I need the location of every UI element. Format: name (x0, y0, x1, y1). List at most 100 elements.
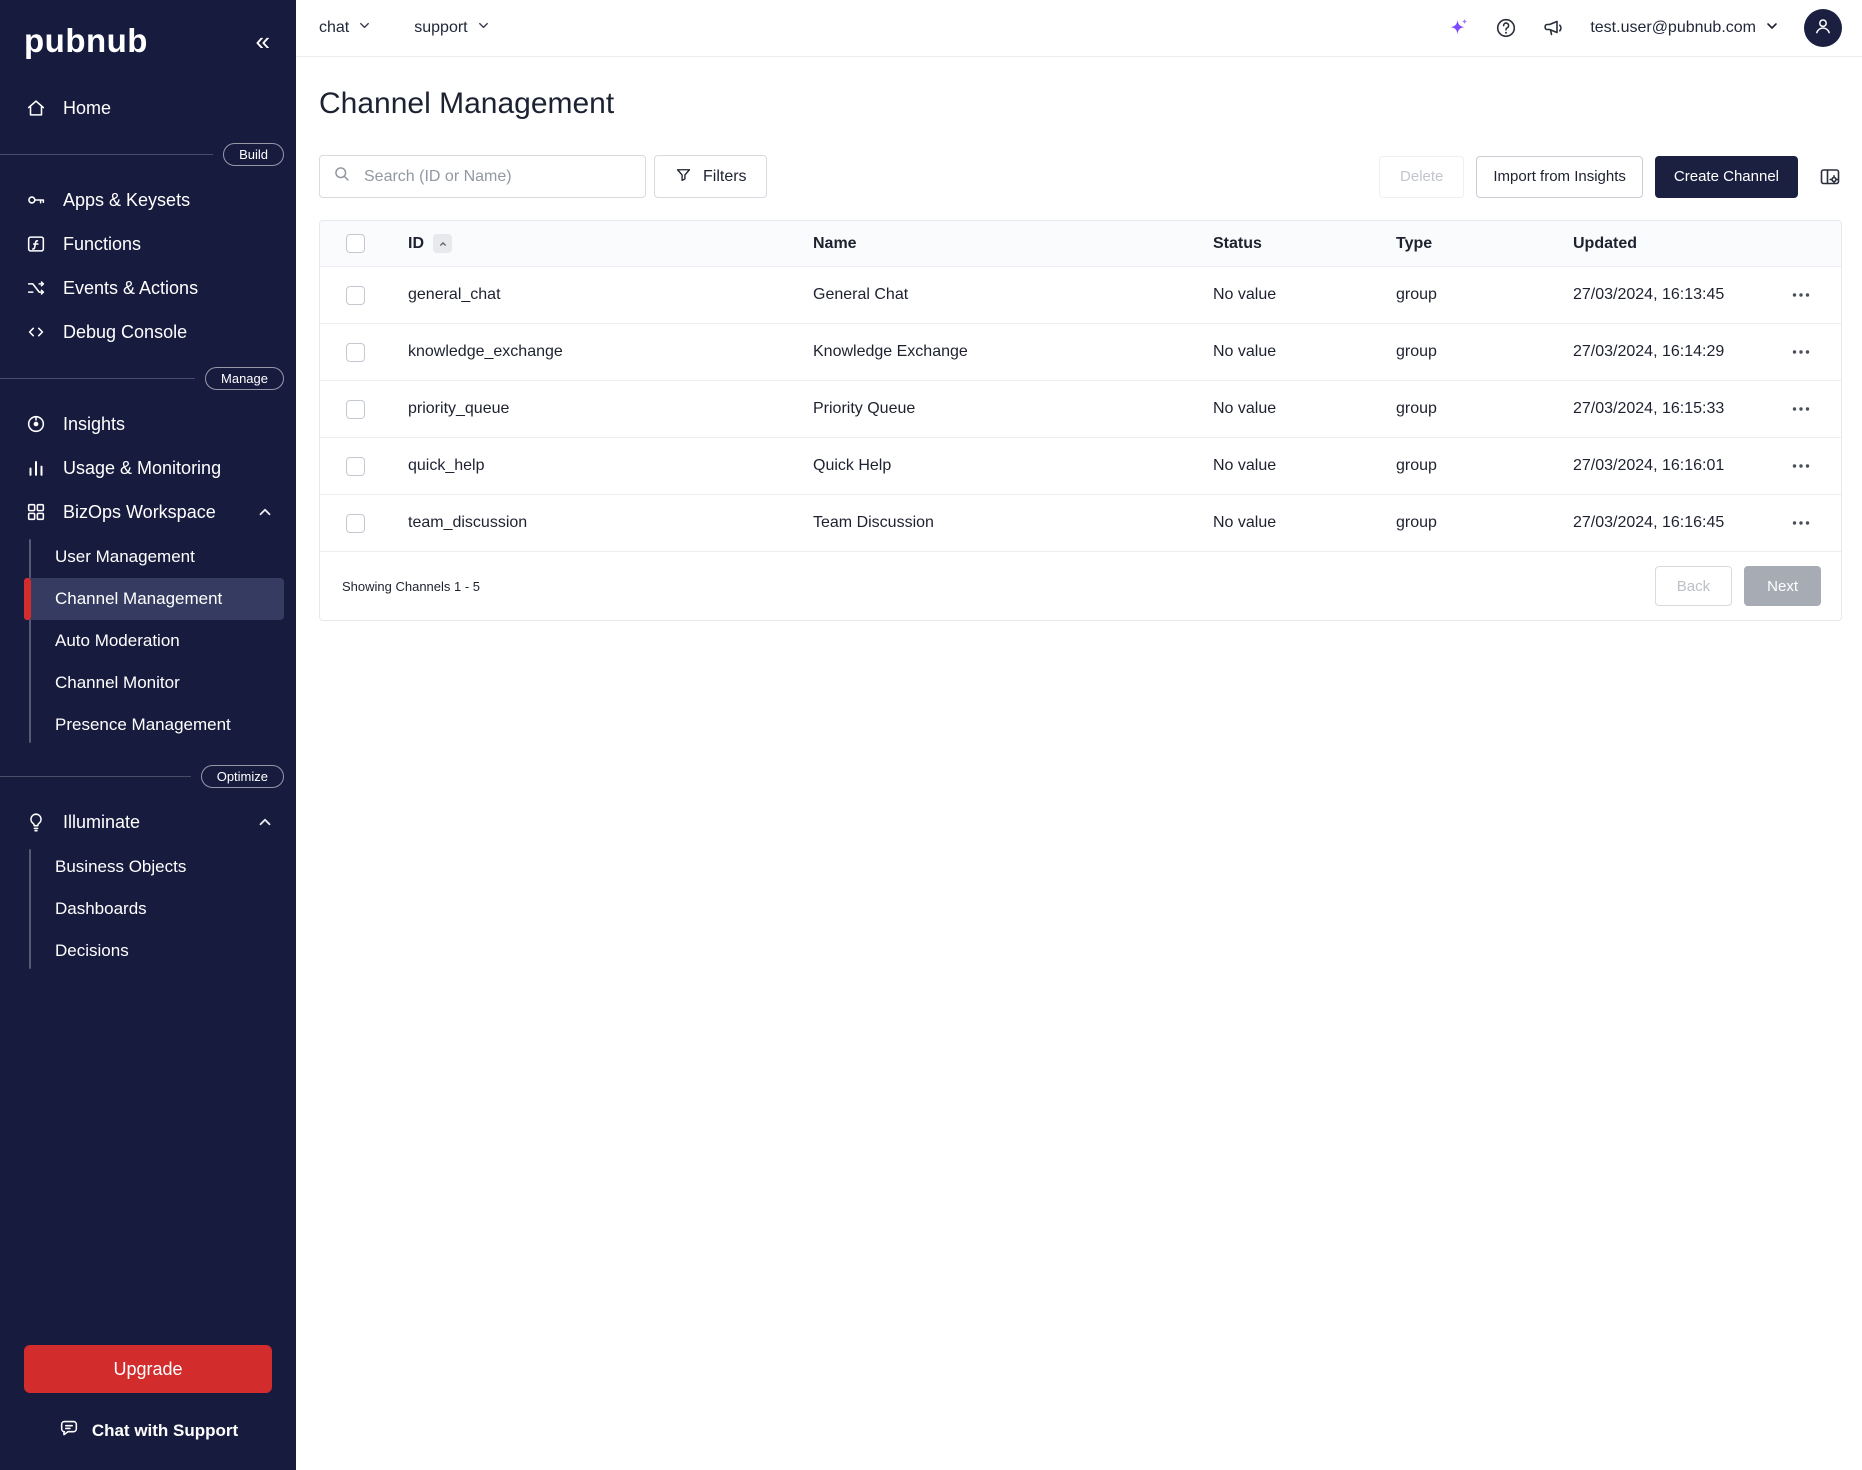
chat-bubble-icon (58, 1417, 80, 1444)
row-actions-menu[interactable] (1785, 279, 1817, 311)
chevron-up-icon (256, 503, 274, 521)
cell-status: No value (1213, 343, 1396, 361)
row-checkbox[interactable] (346, 514, 365, 533)
search-box (319, 155, 646, 198)
cell-status: No value (1213, 400, 1396, 418)
sidebar-item-decisions[interactable]: Decisions (24, 930, 284, 972)
table-row[interactable]: general_chat General Chat No value group… (320, 267, 1841, 324)
row-checkbox[interactable] (346, 343, 365, 362)
back-button[interactable]: Back (1655, 566, 1732, 606)
avatar[interactable] (1804, 9, 1842, 47)
column-header-status[interactable]: Status (1213, 235, 1262, 252)
sidebar-item-label: User Management (55, 547, 195, 567)
page-title: Channel Management (319, 87, 1842, 121)
filters-button[interactable]: Filters (654, 155, 767, 198)
sidebar-item-events-actions[interactable]: Events & Actions (0, 266, 296, 310)
sidebar-collapse-button[interactable]: « (256, 28, 270, 54)
section-divider-build: Build (0, 140, 296, 168)
cell-name: Team Discussion (813, 514, 1213, 532)
topbar-right: test.user@pubnub.com (1446, 9, 1842, 47)
sidebar-item-user-management[interactable]: User Management (24, 536, 284, 578)
cell-id: quick_help (408, 457, 813, 475)
sidebar-item-label: Usage & Monitoring (63, 458, 221, 479)
announcements-icon[interactable] (1542, 16, 1566, 40)
home-icon (24, 97, 48, 119)
import-from-insights-button[interactable]: Import from Insights (1476, 156, 1643, 198)
sidebar-item-bizops-workspace[interactable]: BizOps Workspace (0, 490, 296, 534)
app-selector[interactable]: chat (319, 18, 372, 38)
ai-sparkle-icon[interactable] (1446, 16, 1470, 40)
sidebar-item-label: Apps & Keysets (63, 190, 190, 211)
sidebar-item-channel-monitor[interactable]: Channel Monitor (24, 662, 284, 704)
create-channel-button[interactable]: Create Channel (1655, 156, 1798, 198)
column-header-id[interactable]: ID (408, 235, 424, 253)
cell-name: Quick Help (813, 457, 1213, 475)
keyset-selector[interactable]: support (414, 18, 490, 38)
table-row[interactable]: priority_queue Priority Queue No value g… (320, 381, 1841, 438)
sort-ascending-icon[interactable] (433, 234, 452, 253)
topbar: chat support (296, 0, 1862, 57)
search-input[interactable] (362, 167, 633, 187)
delete-button[interactable]: Delete (1379, 156, 1464, 198)
upgrade-button[interactable]: Upgrade (24, 1345, 272, 1393)
sidebar-item-presence-management[interactable]: Presence Management (24, 704, 284, 746)
row-actions-menu[interactable] (1785, 507, 1817, 539)
main-area: chat support (296, 0, 1862, 1470)
sidebar-item-label: Insights (63, 414, 125, 435)
row-checkbox[interactable] (346, 400, 365, 419)
sidebar-header: pubnub « (0, 0, 296, 86)
sidebar-item-label: Channel Monitor (55, 673, 180, 693)
filters-label: Filters (703, 168, 747, 186)
lightbulb-icon (24, 811, 48, 833)
cell-type: group (1396, 400, 1573, 418)
sidebar-item-label: Events & Actions (63, 278, 198, 299)
sidebar-item-label: Home (63, 98, 111, 119)
filter-icon (674, 165, 693, 189)
table-settings-icon[interactable] (1818, 165, 1842, 189)
sidebar-item-label: Presence Management (55, 715, 231, 735)
table-row[interactable]: quick_help Quick Help No value group 27/… (320, 438, 1841, 495)
build-badge: Build (223, 143, 284, 166)
sidebar-item-home[interactable]: Home (0, 86, 296, 130)
sidebar-item-apps-keysets[interactable]: Apps & Keysets (0, 178, 296, 222)
cell-status: No value (1213, 457, 1396, 475)
row-checkbox[interactable] (346, 457, 365, 476)
toolbar: Filters Delete Import from Insights Crea… (319, 155, 1842, 198)
sidebar-item-dashboards[interactable]: Dashboards (24, 888, 284, 930)
row-actions-menu[interactable] (1785, 450, 1817, 482)
person-icon (1812, 15, 1834, 42)
cell-name: Priority Queue (813, 400, 1213, 418)
sidebar-item-usage-monitoring[interactable]: Usage & Monitoring (0, 446, 296, 490)
chat-with-support-button[interactable]: Chat with Support (0, 1417, 296, 1444)
code-icon (24, 321, 48, 343)
user-email-menu[interactable]: test.user@pubnub.com (1590, 18, 1780, 39)
sidebar-item-illuminate[interactable]: Illuminate (0, 800, 296, 844)
sidebar-bottom: Upgrade Chat with Support (0, 1345, 296, 1470)
pagination-controls: Back Next (1655, 566, 1821, 606)
column-header-name[interactable]: Name (813, 235, 857, 252)
sidebar-item-functions[interactable]: Functions (0, 222, 296, 266)
sidebar-item-label: Functions (63, 234, 141, 255)
table-row[interactable]: team_discussion Team Discussion No value… (320, 495, 1841, 552)
cell-updated: 27/03/2024, 16:16:01 (1573, 457, 1760, 475)
sidebar-item-debug-console[interactable]: Debug Console (0, 310, 296, 354)
column-header-type[interactable]: Type (1396, 235, 1432, 252)
row-checkbox[interactable] (346, 286, 365, 305)
help-icon[interactable] (1494, 16, 1518, 40)
pubnub-logo[interactable]: pubnub (24, 22, 148, 60)
sidebar-item-channel-management[interactable]: Channel Management (24, 578, 284, 620)
functions-icon (24, 233, 48, 255)
sidebar-item-insights[interactable]: Insights (0, 402, 296, 446)
next-button[interactable]: Next (1744, 566, 1821, 606)
select-all-checkbox[interactable] (346, 234, 365, 253)
sidebar-item-business-objects[interactable]: Business Objects (24, 846, 284, 888)
sidebar-item-auto-moderation[interactable]: Auto Moderation (24, 620, 284, 662)
cell-status: No value (1213, 286, 1396, 304)
cell-type: group (1396, 343, 1573, 361)
sidebar-item-label: BizOps Workspace (63, 502, 216, 523)
section-divider-optimize: Optimize (0, 762, 296, 790)
table-row[interactable]: knowledge_exchange Knowledge Exchange No… (320, 324, 1841, 381)
row-actions-menu[interactable] (1785, 393, 1817, 425)
column-header-updated[interactable]: Updated (1573, 235, 1637, 252)
row-actions-menu[interactable] (1785, 336, 1817, 368)
